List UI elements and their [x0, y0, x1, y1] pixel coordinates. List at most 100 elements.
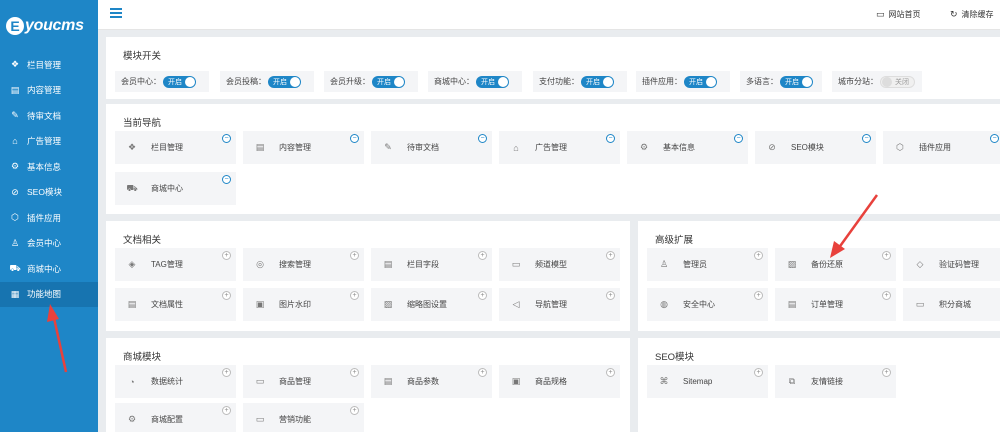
current-nav-tile[interactable]: ⚙ 基本信息 −	[627, 131, 748, 164]
sidebar-item-6[interactable]: ⊘ SEO模块	[0, 180, 98, 206]
current-nav-tile[interactable]: ⬡ 插件应用 −	[883, 131, 1000, 164]
seo-module-tile[interactable]: ⌘ Sitemap +	[647, 365, 768, 398]
doc-related-tile[interactable]: ▭ 频道模型 +	[499, 248, 620, 281]
sidebar-item-3[interactable]: ✎ 待审文档	[0, 103, 98, 129]
advanced-tile[interactable]: ▨ 备份还原 +	[775, 248, 896, 281]
add-icon[interactable]: +	[606, 251, 615, 260]
tile-icon: ⌘	[659, 376, 669, 386]
current-nav-tile[interactable]: ❖ 栏目管理 −	[115, 131, 236, 164]
add-icon[interactable]: +	[350, 368, 359, 377]
tile-label: 导航管理	[535, 300, 567, 309]
shop-module-tile[interactable]: ▭ 商品管理 +	[243, 365, 364, 398]
remove-icon[interactable]: −	[606, 134, 615, 143]
tile-label: 验证码管理	[939, 260, 979, 269]
sidebar-item-7[interactable]: ⬡ 插件应用	[0, 205, 98, 231]
add-icon[interactable]: +	[606, 291, 615, 300]
tile-icon: ◎	[256, 259, 264, 269]
module-toggle[interactable]: 开启	[163, 75, 196, 88]
module-switch-label: 插件应用：	[642, 77, 682, 86]
tile-label: 友情链接	[811, 377, 843, 386]
add-icon[interactable]: +	[478, 291, 487, 300]
clear-cache-link[interactable]: ↻ 清除缓存	[950, 9, 994, 20]
site-home-link[interactable]: ▭ 网站首页	[876, 9, 921, 20]
add-icon[interactable]: +	[882, 291, 891, 300]
tile-icon: ◁	[512, 299, 520, 309]
toggle-knob	[802, 76, 812, 87]
doc-related-tile[interactable]: ◎ 搜索管理 +	[243, 248, 364, 281]
sidebar-item-10[interactable]: ▦ 功能地图	[0, 281, 98, 307]
advanced-tile[interactable]: ♙ 管理员 +	[647, 248, 768, 281]
module-toggle[interactable]: 开启	[780, 75, 813, 88]
advanced-tile[interactable]: ◍ 安全中心 +	[647, 288, 768, 321]
add-icon[interactable]: +	[754, 368, 763, 377]
add-icon[interactable]: +	[222, 406, 231, 415]
remove-icon[interactable]: −	[734, 134, 743, 143]
tile-icon: ▤	[255, 142, 265, 152]
shop-module-tile[interactable]: ▣ 商品规格 +	[499, 365, 620, 398]
advanced-tile[interactable]: ▤ 订单管理 +	[775, 288, 896, 321]
remove-icon[interactable]: −	[222, 175, 231, 184]
doc-related-tile[interactable]: ▤ 文档属性 +	[115, 288, 236, 321]
module-toggle[interactable]: 开启	[268, 75, 301, 88]
add-icon[interactable]: +	[606, 368, 615, 377]
sidebar-item-label: 广告管理	[27, 136, 62, 147]
tile-icon: ◔	[129, 376, 135, 387]
current-nav-tile[interactable]: ✎ 待审文档 −	[371, 131, 492, 164]
module-toggle[interactable]: 开启	[372, 75, 405, 88]
current-nav-tile[interactable]: ⛟ 商城中心 −	[115, 172, 236, 205]
ad-icon: ⌂	[12, 136, 18, 147]
add-icon[interactable]: +	[478, 368, 487, 377]
add-icon[interactable]: +	[882, 368, 891, 377]
shop-module-tile[interactable]: ◔ 数据统计 +	[115, 365, 236, 398]
module-toggle[interactable]: 开启	[684, 75, 717, 88]
advanced-tile[interactable]: ◇验证码管理+	[903, 248, 1000, 281]
remove-icon[interactable]: −	[990, 134, 999, 143]
sidebar-item-9[interactable]: ⛟ 商城中心	[0, 256, 98, 282]
advanced-panel: 高级扩展 ♙管理员+▨备份还原+◇验证码管理+◍安全中心+▤订单管理+▭积分商城…	[638, 221, 1000, 331]
tile-icon: ◈	[128, 259, 136, 269]
remove-icon[interactable]: −	[350, 134, 359, 143]
add-icon[interactable]: +	[222, 251, 231, 260]
current-nav-tile[interactable]: ⌂ 广告管理 −	[499, 131, 620, 164]
add-icon[interactable]: +	[222, 291, 231, 300]
remove-icon[interactable]: −	[222, 134, 231, 143]
add-icon[interactable]: +	[350, 251, 359, 260]
advanced-tile[interactable]: ▭积分商城+	[903, 288, 1000, 321]
seo-module-tile[interactable]: ⧉ 友情链接 +	[775, 365, 896, 398]
module-switch-item: 城市分站： 关闭	[832, 71, 922, 92]
sidebar-item-5[interactable]: ⚙ 基本信息	[0, 154, 98, 180]
shop-module-tile[interactable]: ▭ 营销功能 +	[243, 403, 364, 432]
sidebar-item-2[interactable]: ▤ 内容管理	[0, 78, 98, 104]
add-icon[interactable]: +	[882, 251, 891, 260]
current-nav-tile[interactable]: ⊘ SEO模块 −	[755, 131, 876, 164]
topbar: ▭ 网站首页 ↻ 清除缓存	[98, 0, 1000, 30]
monitor-icon: ▭	[876, 9, 885, 19]
doc-related-tile[interactable]: ▣ 图片水印 +	[243, 288, 364, 321]
shop-module-tile[interactable]: ▤ 商品参数 +	[371, 365, 492, 398]
add-icon[interactable]: +	[350, 406, 359, 415]
add-icon[interactable]: +	[222, 368, 231, 377]
remove-icon[interactable]: −	[478, 134, 487, 143]
logo[interactable]: E youcms	[0, 0, 98, 52]
doc-related-tile[interactable]: ▤ 栏目字段 +	[371, 248, 492, 281]
sidebar-item-1[interactable]: ❖ 栏目管理	[0, 52, 98, 78]
add-icon[interactable]: +	[350, 291, 359, 300]
sidebar-item-8[interactable]: ♙ 会员中心	[0, 231, 98, 257]
shop-module-tile[interactable]: ⚙ 商城配置 +	[115, 403, 236, 432]
doc-related-tile[interactable]: ▨ 缩略图设置 +	[371, 288, 492, 321]
menu-toggle-icon[interactable]	[110, 8, 122, 18]
doc-related-tile[interactable]: ◈ TAG管理 +	[115, 248, 236, 281]
add-icon[interactable]: +	[478, 251, 487, 260]
current-nav-tile[interactable]: ▤ 内容管理 −	[243, 131, 364, 164]
toggle-knob	[498, 76, 508, 87]
add-icon[interactable]: +	[754, 291, 763, 300]
add-icon[interactable]: +	[754, 251, 763, 260]
sidebar-item-4[interactable]: ⌂ 广告管理	[0, 129, 98, 155]
module-switch-label: 城市分站：	[838, 77, 878, 86]
module-toggle[interactable]: 关闭	[880, 75, 915, 88]
doc-related-tile[interactable]: ◁ 导航管理 +	[499, 288, 620, 321]
module-toggle[interactable]: 开启	[581, 75, 614, 88]
remove-icon[interactable]: −	[862, 134, 871, 143]
module-toggle[interactable]: 开启	[476, 75, 509, 88]
module-switch-item: 商城中心： 开启	[428, 71, 522, 92]
